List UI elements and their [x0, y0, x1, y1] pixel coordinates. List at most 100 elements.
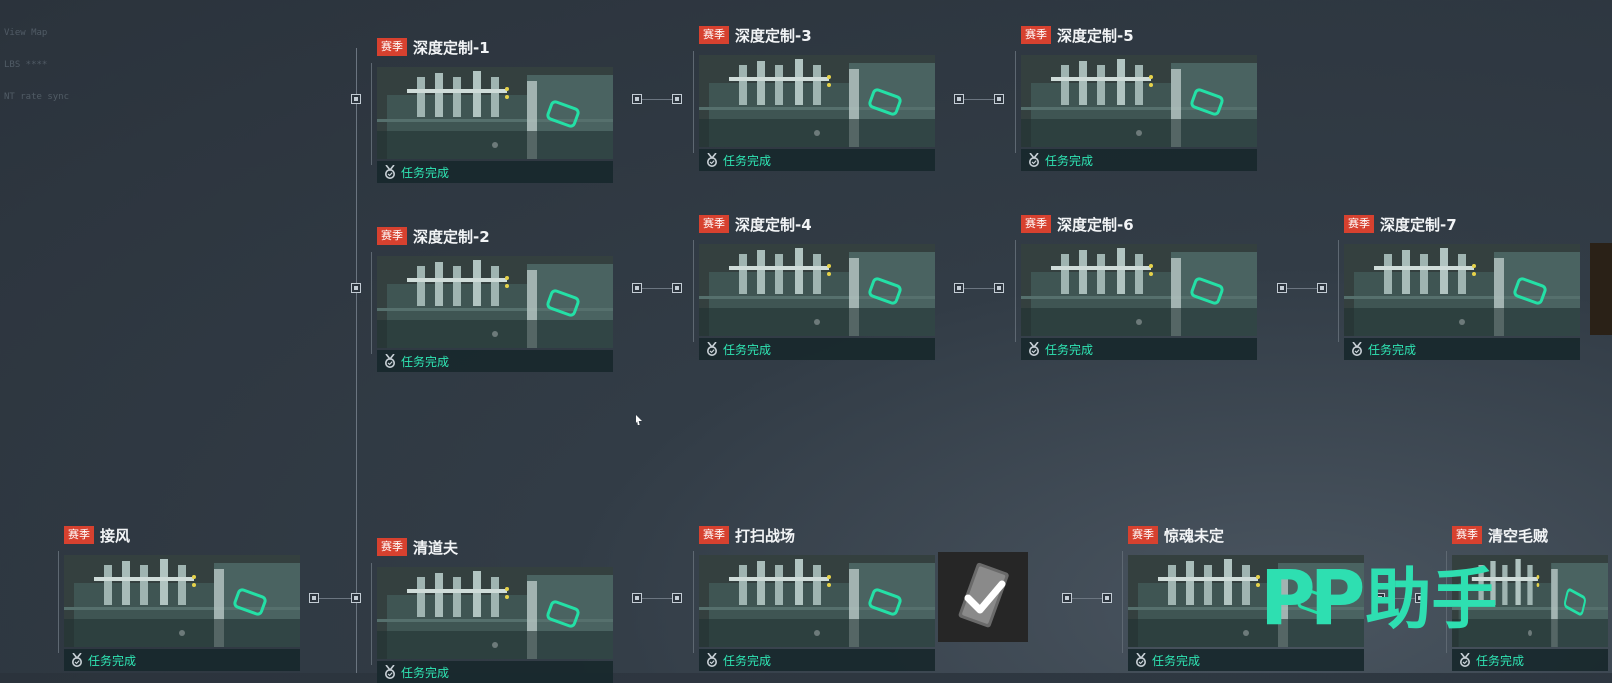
watermark-logo: PP 助手: [1260, 560, 1497, 636]
mission-status: 任务完成: [401, 354, 450, 369]
mission-card[interactable]: 赛季 深度定制-5 任务完成: [1015, 25, 1261, 171]
crate-image: [699, 244, 935, 336]
hud-overlay: View Map LBS **** NT rate sync: [4, 26, 69, 122]
crate-image: [1344, 244, 1580, 336]
mission-thumbnail: [64, 555, 300, 647]
mission-card[interactable]: 赛季 打扫战场 任务完成: [693, 525, 939, 671]
mission-title: 深度定制-1: [413, 38, 490, 57]
mission-title: 深度定制-2: [413, 227, 490, 246]
connector-node: [954, 94, 964, 104]
mission-status: 任务完成: [1152, 653, 1201, 668]
hud-line: LBS ****: [4, 60, 48, 70]
mission-status-bar: 任务完成: [377, 161, 613, 183]
connector-node: [1062, 593, 1072, 603]
mission-thumbnail: [1344, 244, 1580, 336]
mission-status-bar: 任务完成: [1021, 338, 1257, 360]
card-side-bar: [693, 51, 694, 153]
medal-icon: [1460, 653, 1470, 667]
mission-card[interactable]: 赛季 接风 任务完成: [58, 525, 304, 671]
medal-icon: [1352, 342, 1362, 356]
card-title-row: 赛季 深度定制-4: [699, 214, 812, 234]
crate-image: [377, 256, 613, 348]
mission-card[interactable]: 赛季 深度定制-6 任务完成: [1015, 214, 1261, 360]
connector-node: [632, 283, 642, 293]
crate-image: [1021, 55, 1257, 147]
medal-icon: [1029, 153, 1039, 167]
mission-card[interactable]: 赛季 深度定制-7 任务完成: [1338, 214, 1584, 360]
mission-status: 任务完成: [401, 165, 450, 180]
watermark-letters: PP: [1260, 553, 1365, 642]
season-tag: 赛季: [699, 526, 729, 544]
medal-icon: [1136, 653, 1146, 667]
mission-status-bar: 任务完成: [1021, 149, 1257, 171]
reward-item[interactable]: [938, 552, 1028, 642]
season-tag: 赛季: [1452, 526, 1482, 544]
medal-icon: [707, 153, 717, 167]
mission-status: 任务完成: [723, 153, 772, 168]
card-title-row: 赛季 惊魂未定: [1128, 525, 1224, 545]
card-side-bar: [58, 551, 59, 653]
crate-image: [64, 555, 300, 647]
connector-node: [672, 593, 682, 603]
mission-status: 任务完成: [723, 342, 772, 357]
card-title-row: 赛季 深度定制-7: [1344, 214, 1457, 234]
card-title-row: 赛季 深度定制-1: [377, 37, 490, 57]
mission-title: 打扫战场: [735, 526, 796, 545]
mission-status-bar: 任务完成: [1452, 649, 1608, 671]
season-tag: 赛季: [1344, 215, 1374, 233]
card-title-row: 赛季 深度定制-2: [377, 226, 490, 246]
card-title-row: 赛季 深度定制-6: [1021, 214, 1134, 234]
connector-node: [351, 283, 361, 293]
card-side-bar: [693, 240, 694, 342]
connector-node: [672, 94, 682, 104]
mission-thumbnail: [1021, 244, 1257, 336]
mission-title: 深度定制-7: [1380, 215, 1457, 234]
crate-image: [377, 67, 613, 159]
mission-title: 清空毛贼: [1488, 526, 1549, 545]
season-tag: 赛季: [377, 538, 407, 556]
mission-status: 任务完成: [88, 653, 137, 668]
checkmark-card-icon: [958, 562, 1009, 628]
medal-icon: [1029, 342, 1039, 356]
mouse-cursor-icon: [636, 415, 642, 425]
card-title-row: 赛季 清空毛贼: [1452, 525, 1548, 545]
mission-card[interactable]: 赛季 深度定制-1 任务完成: [371, 37, 617, 183]
mission-card[interactable]: 赛季 清道夫任务完成: [371, 537, 617, 683]
connector-node: [672, 283, 682, 293]
mission-status: 任务完成: [1045, 342, 1094, 357]
crate-image: [699, 555, 935, 647]
card-side-bar: [693, 551, 694, 653]
mission-card[interactable]: 赛季 深度定制-2 任务完成: [371, 226, 617, 372]
mission-title: 清道夫: [413, 538, 459, 557]
card-side-bar: [371, 563, 372, 665]
season-tag: 赛季: [1021, 215, 1051, 233]
connector-node: [632, 94, 642, 104]
card-title-row: 赛季 深度定制-5: [1021, 25, 1134, 45]
mission-status: 任务完成: [401, 665, 450, 680]
connector-node: [994, 94, 1004, 104]
card-side-bar: [371, 252, 372, 354]
mission-card[interactable]: 赛季 深度定制-3 任务完成: [693, 25, 939, 171]
mission-title: 深度定制-3: [735, 26, 812, 45]
connector-node: [1277, 283, 1287, 293]
mission-thumbnail: [377, 567, 613, 659]
card-side-bar: [1015, 240, 1016, 342]
mission-status: 任务完成: [1476, 653, 1525, 668]
watermark-text: 助手: [1365, 561, 1498, 638]
medal-icon: [385, 165, 395, 179]
mission-status-bar: 任务完成: [699, 338, 935, 360]
connector-node: [1102, 593, 1112, 603]
mission-thumbnail: [377, 67, 613, 159]
mission-status-bar: 任务完成: [64, 649, 300, 671]
connector-node: [994, 283, 1004, 293]
mission-status-bar: 任务完成: [377, 661, 613, 683]
season-tag: 赛季: [377, 38, 407, 56]
season-tag: 赛季: [1021, 26, 1051, 44]
card-title-row: 赛季 深度定制-3: [699, 25, 812, 45]
mission-title: 深度定制-6: [1057, 215, 1134, 234]
hud-line: View Map: [4, 28, 48, 38]
mission-card[interactable]: 赛季 深度定制-4 任务完成: [693, 214, 939, 360]
mission-status-bar: 任务完成: [377, 350, 613, 372]
mission-thumbnail: [1021, 55, 1257, 147]
medal-icon: [72, 653, 82, 667]
